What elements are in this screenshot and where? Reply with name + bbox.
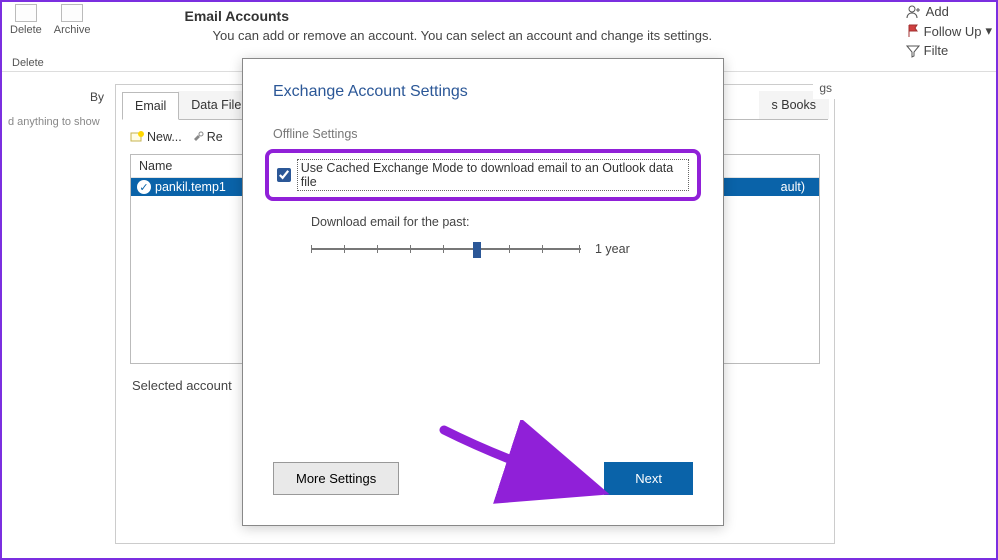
slider-tick: [377, 245, 378, 253]
more-settings-button[interactable]: More Settings: [273, 462, 399, 495]
ribbon-left-group: Delete Archive: [6, 2, 94, 38]
followup-button[interactable]: Follow Up ▾: [906, 23, 992, 39]
repair-label: Re: [207, 130, 223, 144]
download-range-label: Download email for the past:: [243, 211, 723, 239]
page-title: Email Accounts: [184, 8, 712, 24]
slider-value-label: 1 year: [595, 242, 630, 256]
slider-tick: [344, 245, 345, 253]
funnel-icon: [906, 44, 920, 58]
offline-settings-heading: Offline Settings: [243, 109, 723, 147]
slider-track: [311, 248, 581, 250]
archive-label: Archive: [54, 24, 91, 36]
exchange-settings-modal: Exchange Account Settings Offline Settin…: [242, 58, 724, 526]
account-email: pankil.temp1: [155, 180, 226, 194]
slider-tick: [509, 245, 510, 253]
slider-thumb[interactable]: [473, 242, 481, 258]
download-slider-row: 1 year: [243, 239, 723, 259]
slider-tick: [311, 245, 312, 253]
account-default: ault): [781, 180, 813, 194]
archive-button[interactable]: Archive: [50, 2, 95, 38]
empty-message: d anything to show: [8, 116, 104, 128]
new-icon: [130, 131, 144, 143]
next-button[interactable]: Next: [604, 462, 693, 495]
modal-footer: More Settings Next: [273, 462, 693, 495]
cached-mode-label: Use Cached Exchange Mode to download ema…: [297, 159, 689, 191]
cached-mode-checkbox-row[interactable]: Use Cached Exchange Mode to download ema…: [277, 159, 689, 191]
flag-icon: [906, 24, 920, 38]
highlight-annotation: Use Cached Exchange Mode to download ema…: [265, 149, 701, 201]
check-icon: ✓: [137, 180, 151, 194]
person-add-icon: [906, 5, 922, 19]
tags-section-label: gs: [813, 77, 838, 99]
new-label: New...: [147, 130, 182, 144]
cached-mode-checkbox[interactable]: [277, 168, 291, 182]
filter-label: Filte: [924, 43, 949, 58]
delete-icon: [15, 4, 37, 22]
ribbon-title-area: Email Accounts You can add or remove an …: [184, 8, 712, 43]
slider-tick: [443, 245, 444, 253]
delete-label: Delete: [10, 24, 42, 36]
delete-button[interactable]: Delete: [6, 2, 46, 38]
groupby-label: By: [8, 90, 104, 104]
repair-icon: [192, 131, 204, 143]
archive-icon: [61, 4, 83, 22]
repair-account-button[interactable]: Re: [192, 130, 223, 144]
followup-label: Follow Up: [924, 24, 982, 39]
filter-button[interactable]: Filte: [906, 43, 992, 58]
ribbon-right-group: Add Follow Up ▾ Filte: [906, 4, 992, 58]
slider-tick: [579, 245, 580, 253]
add-button[interactable]: Add: [906, 4, 992, 19]
message-pane: By d anything to show: [2, 80, 110, 138]
chevron-down-icon: ▾: [985, 23, 992, 39]
modal-title: Exchange Account Settings: [243, 59, 723, 109]
download-range-slider[interactable]: [311, 239, 581, 259]
new-account-button[interactable]: New...: [130, 130, 182, 144]
slider-tick: [542, 245, 543, 253]
tab-email[interactable]: Email: [122, 92, 179, 120]
page-subtitle: You can add or remove an account. You ca…: [212, 28, 712, 43]
add-label: Add: [926, 4, 949, 19]
slider-tick: [410, 245, 411, 253]
ribbon-section-label: Delete: [12, 57, 44, 69]
